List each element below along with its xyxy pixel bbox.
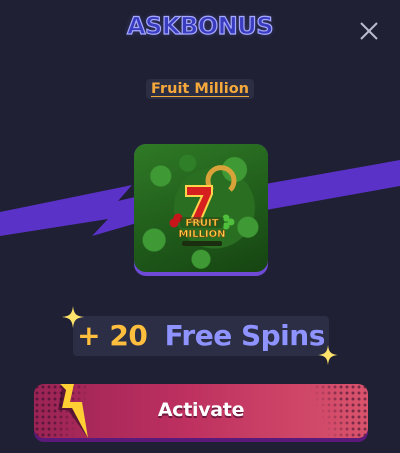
svg-text:FRUIT: FRUIT	[185, 218, 218, 229]
bonus-label: Free Spins	[164, 319, 326, 352]
bonus-offer-badge: + 20 Free Spins	[73, 316, 329, 356]
sparkle-icon	[318, 345, 338, 365]
svg-text:MILLION: MILLION	[178, 229, 225, 240]
activate-button[interactable]: Activate	[34, 384, 368, 438]
game-name-link[interactable]: Fruit Million	[146, 79, 254, 99]
game-thumbnail-image: FRUIT MILLION	[134, 144, 268, 272]
game-thumbnail[interactable]: FRUIT MILLION	[134, 144, 268, 276]
close-icon	[360, 22, 378, 40]
bonus-popup: ASKBONUS Fruit Million FRUIT MILLION + 2…	[0, 0, 400, 453]
close-button[interactable]	[358, 20, 380, 42]
bonus-amount: + 20	[77, 319, 148, 352]
brand-title: ASKBONUS	[126, 11, 274, 40]
game-name-container: Fruit Million	[0, 78, 400, 99]
activate-button-label: Activate	[157, 399, 245, 421]
fruit-million-logo: FRUIT MILLION	[169, 165, 237, 246]
sparkle-icon	[62, 306, 84, 328]
